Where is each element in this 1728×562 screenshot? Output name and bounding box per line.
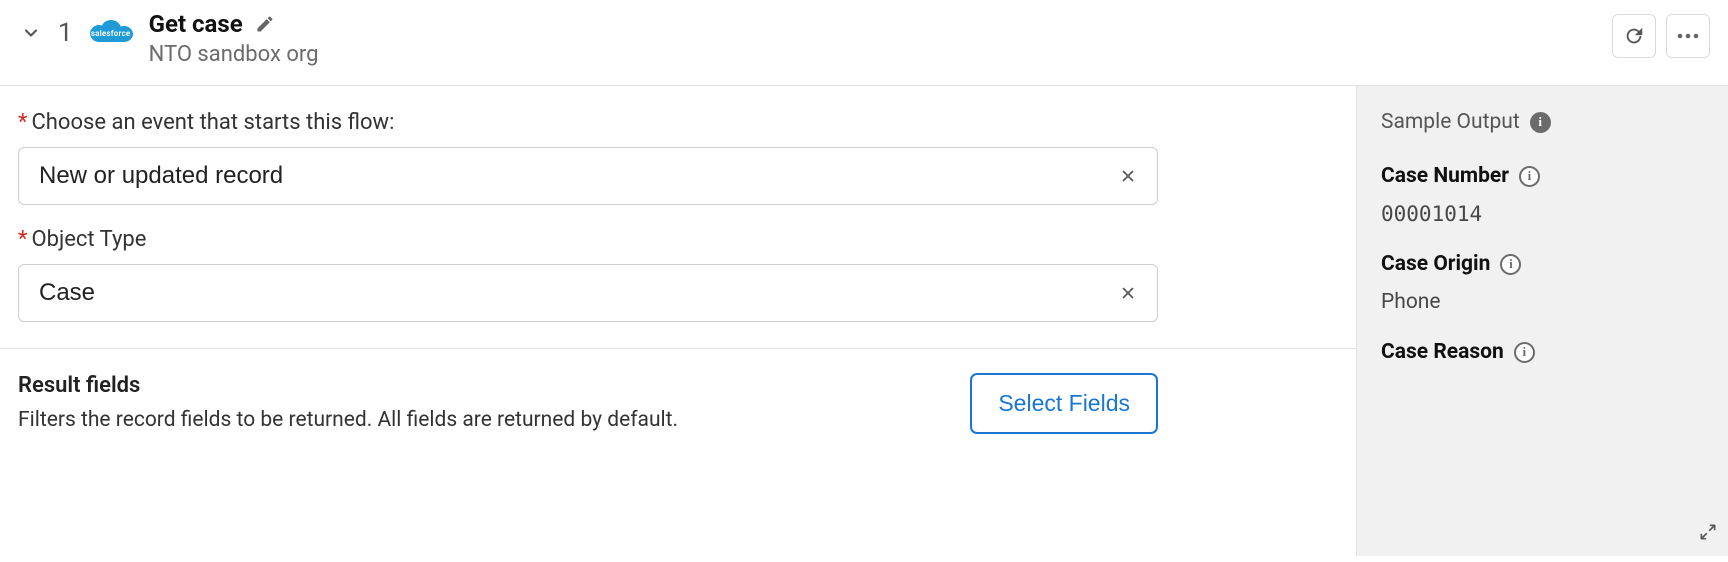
- salesforce-logo: salesforce: [87, 16, 135, 50]
- object-label-text: Object Type: [31, 227, 146, 252]
- result-fields-description: Filters the record fields to be returned…: [18, 408, 678, 432]
- step-number: 1: [58, 18, 73, 48]
- output-item: Case Reason i: [1381, 340, 1708, 364]
- expand-icon: [1698, 522, 1718, 542]
- required-star: *: [18, 227, 27, 252]
- result-fields-row: Result fields Filters the record fields …: [18, 373, 1158, 434]
- info-icon[interactable]: i: [1500, 254, 1521, 275]
- event-input[interactable]: [18, 147, 1158, 205]
- main-panel: *Choose an event that starts this flow: …: [0, 86, 1356, 556]
- chevron-down-icon: [21, 23, 41, 43]
- event-label-text: Choose an event that starts this flow:: [31, 110, 394, 135]
- salesforce-logo-text: salesforce: [91, 29, 131, 38]
- more-options-button[interactable]: [1666, 14, 1710, 58]
- object-label: *Object Type: [18, 227, 1338, 252]
- result-texts: Result fields Filters the record fields …: [18, 373, 678, 432]
- info-icon[interactable]: i: [1514, 342, 1535, 363]
- event-field-group: *Choose an event that starts this flow:: [18, 110, 1338, 205]
- ellipsis-icon: [1677, 33, 1699, 39]
- pencil-icon: [255, 14, 275, 34]
- output-item: Case Number i 00001014: [1381, 164, 1708, 226]
- output-item-label: Case Reason: [1381, 340, 1504, 364]
- refresh-button[interactable]: [1612, 14, 1656, 58]
- object-clear-button[interactable]: [1114, 279, 1142, 307]
- event-clear-button[interactable]: [1114, 162, 1142, 190]
- info-icon[interactable]: i: [1530, 112, 1551, 133]
- event-combo: [18, 147, 1158, 205]
- object-input[interactable]: [18, 264, 1158, 322]
- body: *Choose an event that starts this flow: …: [0, 86, 1728, 556]
- sample-output-heading-row: Sample Output i: [1381, 110, 1708, 134]
- event-label: *Choose an event that starts this flow:: [18, 110, 1338, 135]
- step-subtitle: NTO sandbox org: [149, 42, 319, 67]
- section-divider: [0, 348, 1356, 349]
- close-icon: [1119, 284, 1137, 302]
- select-fields-button[interactable]: Select Fields: [970, 373, 1158, 434]
- required-star: *: [18, 110, 27, 135]
- refresh-icon: [1623, 25, 1645, 47]
- title-row: Get case: [149, 10, 319, 38]
- step-header: 1 salesforce Get case NTO sandbox org: [0, 0, 1728, 86]
- title-block: Get case NTO sandbox org: [149, 10, 319, 67]
- object-field-group: *Object Type: [18, 227, 1338, 322]
- step-title: Get case: [149, 10, 243, 38]
- output-item-label: Case Origin: [1381, 252, 1490, 276]
- sample-output-heading: Sample Output: [1381, 110, 1520, 134]
- edit-title-button[interactable]: [253, 12, 277, 36]
- output-label-row: Case Reason i: [1381, 340, 1708, 364]
- object-combo: [18, 264, 1158, 322]
- info-icon[interactable]: i: [1519, 166, 1540, 187]
- header-left: 1 salesforce Get case NTO sandbox org: [18, 10, 1612, 67]
- output-label-row: Case Origin i: [1381, 252, 1708, 276]
- output-item-value: 00001014: [1381, 202, 1708, 226]
- header-actions: [1612, 14, 1710, 58]
- output-item-value: Phone: [1381, 290, 1708, 314]
- result-fields-title: Result fields: [18, 373, 678, 398]
- close-icon: [1119, 167, 1137, 185]
- collapse-toggle[interactable]: [18, 20, 44, 46]
- output-label-row: Case Number i: [1381, 164, 1708, 188]
- output-item-label: Case Number: [1381, 164, 1509, 188]
- expand-panel-button[interactable]: [1698, 522, 1718, 546]
- output-item: Case Origin i Phone: [1381, 252, 1708, 314]
- sample-output-panel: Sample Output i Case Number i 00001014 C…: [1356, 86, 1728, 556]
